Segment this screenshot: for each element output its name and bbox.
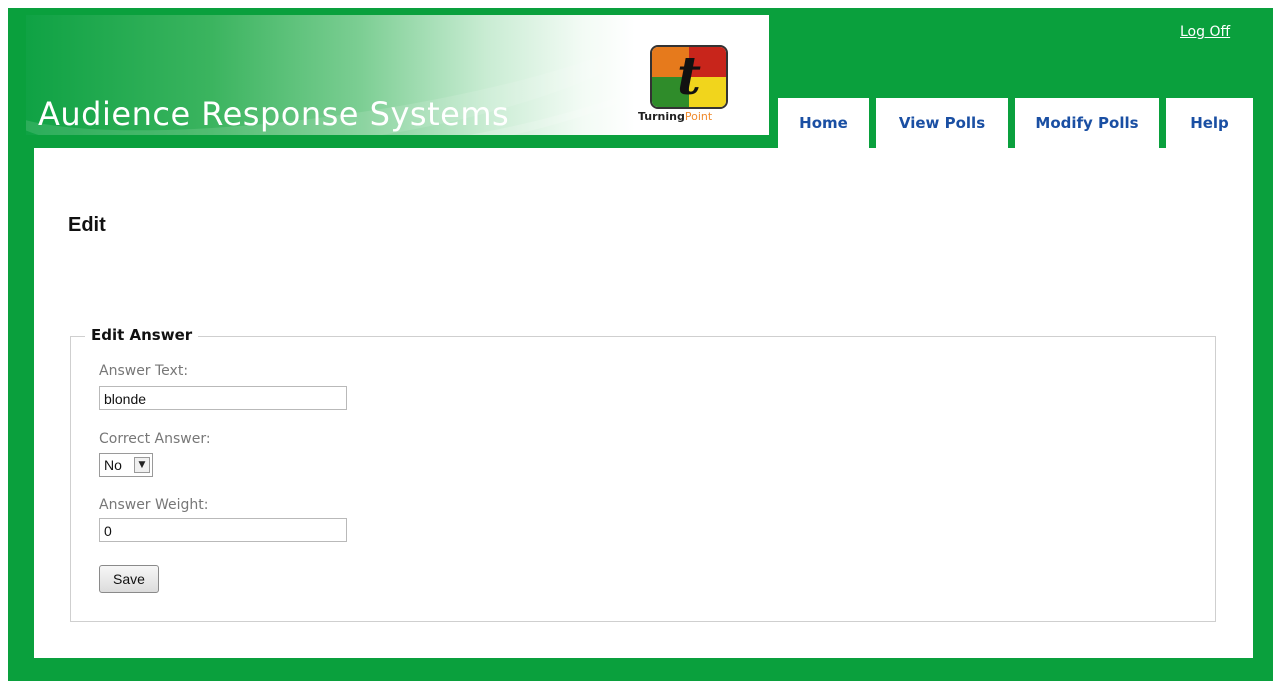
banner-bottom-bar xyxy=(26,135,769,140)
logo-caption-main: Turning xyxy=(638,110,685,123)
logo-caption: TurningPoint xyxy=(638,110,712,123)
answer-text-input[interactable]: blonde xyxy=(99,386,347,410)
answer-weight-label: Answer Weight: xyxy=(99,497,209,513)
main-content: Edit Edit Answer Answer Text: blonde Cor… xyxy=(34,148,1253,658)
answer-text-label: Answer Text: xyxy=(99,363,189,379)
correct-answer-select[interactable]: No ▼ xyxy=(99,453,153,477)
page-title: Edit xyxy=(68,214,106,236)
tab-view-polls[interactable]: View Polls xyxy=(876,98,1008,148)
correct-answer-value: No xyxy=(104,457,122,473)
fieldset-legend: Edit Answer xyxy=(85,326,199,344)
edit-answer-fieldset: Edit Answer Answer Text: blonde Correct … xyxy=(70,326,1216,622)
turningpoint-logo: t xyxy=(650,45,728,109)
save-button[interactable]: Save xyxy=(99,565,159,593)
chevron-down-icon[interactable]: ▼ xyxy=(134,457,150,473)
log-off-link[interactable]: Log Off xyxy=(1180,24,1230,40)
tab-help[interactable]: Help xyxy=(1166,98,1253,148)
tab-modify-polls[interactable]: Modify Polls xyxy=(1015,98,1159,148)
header-banner: Audience Response Systems t TurningPoint xyxy=(26,15,769,140)
logo-caption-accent: Point xyxy=(684,110,713,123)
tab-home[interactable]: Home xyxy=(778,98,869,148)
answer-weight-input[interactable]: 0 xyxy=(99,518,347,542)
logo-letter: t xyxy=(676,46,702,107)
site-title: Audience Response Systems xyxy=(38,95,510,133)
correct-answer-label: Correct Answer: xyxy=(99,431,211,447)
